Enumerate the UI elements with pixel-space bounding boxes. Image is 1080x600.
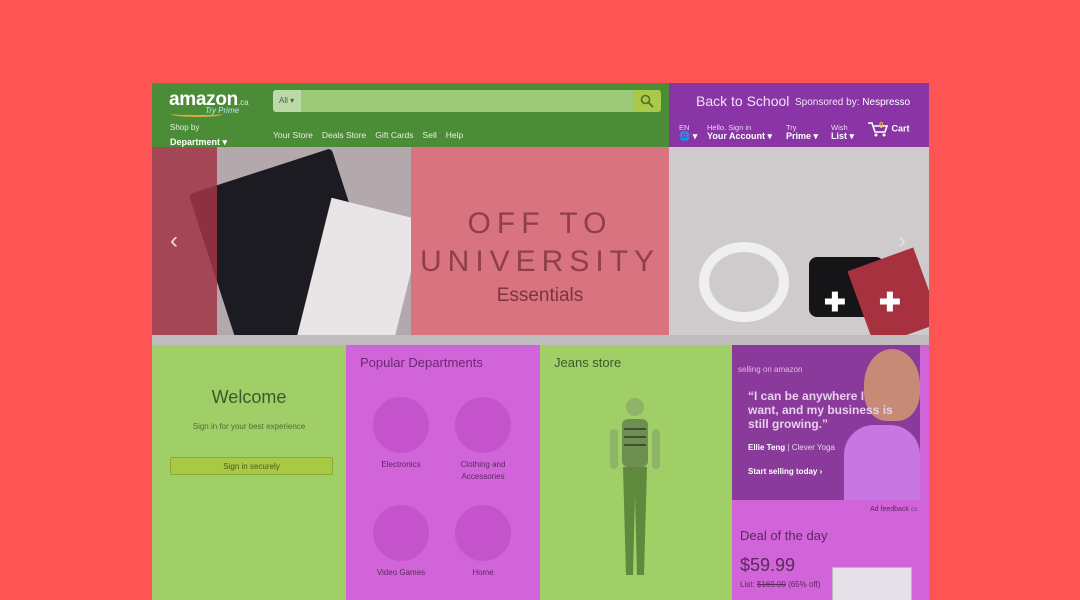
try-prime-menu[interactable]: Try Prime ▾: [786, 123, 818, 141]
chevron-left-icon[interactable]: ‹: [170, 227, 178, 255]
header-main: amazon.ca Try Prime All ▾ Shop by Depart…: [152, 83, 669, 147]
wish-list-menu[interactable]: Wish List ▾: [831, 123, 854, 141]
selling-on-amazon-logo: selling on amazon: [738, 365, 803, 374]
hero-banner[interactable]: ✚ ✚ OFF TO UNIVERSITY Essentials ‹ ›: [152, 147, 929, 335]
deal-product-image[interactable]: [832, 567, 912, 600]
electronics-image: [373, 397, 429, 453]
hero-image-left: [152, 147, 424, 335]
try-prime-tagline[interactable]: Try Prime: [205, 106, 239, 115]
sign-in-button[interactable]: Sign in securely: [170, 457, 333, 475]
search-button[interactable]: [633, 90, 661, 112]
search-icon: [640, 94, 654, 108]
account-menu[interactable]: Hello. Sign in Your Account ▾: [707, 123, 772, 141]
divider: [152, 335, 929, 345]
ad-feedback-link[interactable]: Ad feedback ▭: [870, 505, 918, 513]
feedback-icon: ▭: [910, 506, 918, 513]
sponsored-by[interactable]: Sponsored by: Nespresso: [795, 97, 910, 108]
cart-count: 0: [879, 121, 884, 130]
welcome-title: Welcome: [211, 387, 287, 407]
welcome-subtitle: Sign in for your best experience: [192, 422, 306, 431]
welcome-card: Welcome Sign in for your best experience…: [152, 345, 346, 600]
amazon-logo[interactable]: amazon.ca Try Prime: [169, 89, 249, 117]
shop-by-department-menu[interactable]: Shop by Department ▾: [170, 123, 227, 150]
deal-list-price: List: $169.00 (65% off): [740, 580, 821, 589]
nav-links: Your Store Deals Store Gift Cards Sell H…: [273, 130, 463, 140]
amazon-page: amazon.ca Try Prime All ▾ Shop by Depart…: [152, 83, 929, 600]
dept-video-games[interactable]: Video Games: [356, 505, 446, 579]
ad-quote: “I can be anywhere I want, and my busine…: [748, 389, 893, 431]
dept-clothing[interactable]: Clothing and Accessories: [438, 397, 528, 483]
nav-link-your-store[interactable]: Your Store: [273, 130, 313, 140]
clothing-image: [455, 397, 511, 453]
popular-departments-title: Popular Departments: [360, 355, 483, 370]
cross-pattern-icon: ✚: [824, 287, 846, 317]
right-column: selling on amazon “I can be anywhere I w…: [732, 345, 929, 600]
deal-price: $59.99: [740, 555, 796, 575]
dept-home[interactable]: Home: [438, 505, 528, 579]
selling-on-amazon-ad[interactable]: selling on amazon “I can be anywhere I w…: [732, 345, 920, 500]
language-selector[interactable]: EN 🌐 ▾: [679, 123, 697, 141]
nav-link-sell[interactable]: Sell: [423, 130, 437, 140]
cart-button[interactable]: 0 Cart: [867, 121, 910, 137]
nav-link-help[interactable]: Help: [446, 130, 463, 140]
hero-image-right: ✚ ✚: [669, 147, 929, 335]
search-bar: All ▾: [273, 90, 661, 112]
backpack-image: [152, 147, 217, 335]
deal-of-the-day-title[interactable]: Deal of the day: [740, 528, 827, 543]
search-category-select[interactable]: All ▾: [273, 90, 301, 112]
start-selling-link[interactable]: Start selling today ›: [748, 467, 822, 476]
header-promo: Back to School Sponsored by: Nespresso E…: [669, 83, 929, 147]
popular-departments-card: Popular Departments Electronics Clothing…: [346, 345, 540, 600]
back-to-school-promo[interactable]: Back to School: [696, 93, 789, 109]
nav-link-gift-cards[interactable]: Gift Cards: [375, 130, 413, 140]
cart-icon: [868, 122, 889, 137]
chevron-right-icon[interactable]: ›: [898, 227, 906, 255]
jeans-store-card[interactable]: Jeans store: [540, 345, 732, 600]
jeans-store-title: Jeans store: [554, 355, 622, 370]
headphones-image: [699, 242, 789, 322]
globe-icon: 🌐 ▾: [679, 131, 698, 141]
cross-pattern-icon: ✚: [879, 287, 901, 317]
nav-link-deals-store[interactable]: Deals Store: [322, 130, 366, 140]
seller-photo-body: [844, 425, 920, 500]
ad-person: Ellie Teng | Clever Yoga: [748, 443, 835, 452]
dept-electronics[interactable]: Electronics: [356, 397, 446, 471]
model-image: [610, 398, 660, 575]
hero-headline: OFF TO UNIVERSITY Essentials: [419, 207, 661, 306]
video-games-image: [373, 505, 429, 561]
home-image: [455, 505, 511, 561]
search-input[interactable]: [303, 92, 629, 110]
